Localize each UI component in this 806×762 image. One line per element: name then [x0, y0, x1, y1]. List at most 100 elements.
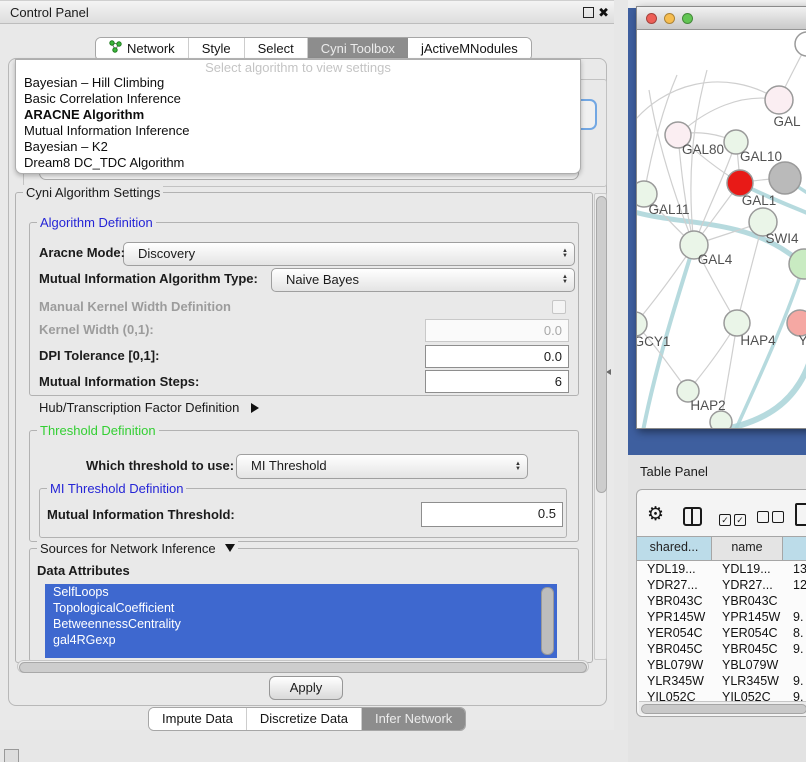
algorithm-option[interactable]: ARACNE Algorithm [16, 107, 580, 123]
table-row[interactable]: YDL19...YDL19...13 [637, 561, 806, 577]
node-gcy1-label: GCY1 [637, 334, 670, 349]
table-row[interactable]: YER054CYER054C8. [637, 625, 806, 641]
network-edge[interactable] [678, 98, 779, 135]
vertical-scrollbar[interactable] [594, 193, 607, 660]
node-gal10-label: GAL10 [740, 149, 782, 164]
manual-kernel-width-checkbox[interactable] [552, 300, 566, 314]
hub-definition-toggle[interactable]: Hub/Transcription Factor Definition [39, 400, 259, 415]
table-row[interactable]: YPR145WYPR145W9. [637, 609, 806, 625]
table-row[interactable]: YBR045CYBR045C9. [637, 641, 806, 657]
tab-infer-network[interactable]: Infer Network [361, 708, 465, 730]
close-traffic-light-icon[interactable] [646, 13, 657, 24]
algorithm-option[interactable]: Bayesian – Hill Climbing [16, 75, 580, 91]
data-attribute-item[interactable]: gal4RGexp [45, 632, 557, 648]
sources-title[interactable]: Sources for Network Inference [37, 541, 238, 556]
network-edge[interactable] [737, 222, 763, 323]
threshold-definition-title: Threshold Definition [37, 423, 159, 438]
manual-kernel-width-label: Manual Kernel Width Definition [39, 299, 231, 314]
table-cell: YBL079W [712, 657, 783, 673]
data-attributes-list[interactable]: SelfLoopsTopologicalCoefficientBetweenne… [45, 584, 557, 658]
network-window-titlebar[interactable] [637, 7, 806, 30]
node-swi4-label: SWI4 [765, 231, 798, 246]
node-table: shared...name YDL19...YDL19...13YDR27...… [637, 536, 806, 702]
algorithm-option[interactable]: Mutual Information Inference [16, 123, 580, 139]
tab-select[interactable]: Select [244, 38, 307, 60]
column-header-shared...[interactable]: shared... [637, 537, 712, 560]
mi-steps-label: Mutual Information Steps: [39, 374, 199, 389]
network-canvas[interactable]: GALGAL80GAL10GAL1GAL11SWI4GAL4GCY1HAP4YH… [637, 30, 806, 428]
algorithm-option[interactable]: Bayesian – K2 [16, 139, 580, 155]
table-panel-area: Table Panel ⚙ ✓✓ shared...name YDL19...Y… [628, 455, 806, 762]
table-cell: YDR27... [637, 577, 712, 593]
table-cell: YLR345W [712, 673, 783, 689]
network-icon [109, 38, 122, 60]
table-row[interactable]: YBR043CYBR043C [637, 593, 806, 609]
apply-button[interactable]: Apply [269, 676, 343, 700]
node-gal-label: GAL [773, 114, 801, 129]
node-hap4-label: HAP4 [740, 333, 776, 348]
table-row[interactable]: YDR27...YDR27...12 [637, 577, 806, 593]
network-edge[interactable] [637, 82, 779, 125]
column-header-partial[interactable] [783, 537, 806, 560]
application-root: Control Panel ✖ NetworkStyleSelectCyni T… [0, 0, 806, 762]
table-header-row: shared...name [637, 536, 806, 561]
scrollbar-thumb[interactable] [596, 196, 607, 493]
list-scrollbar[interactable] [541, 587, 554, 655]
node-gray[interactable] [769, 162, 801, 194]
node-partial-top[interactable] [795, 32, 806, 56]
table-cell: 9. [783, 673, 806, 689]
tab-cyni-toolbox[interactable]: Cyni Toolbox [307, 38, 408, 60]
mi-algorithm-type-label: Mutual Information Algorithm Type: [39, 271, 258, 286]
minimize-traffic-light-icon[interactable] [664, 13, 675, 24]
which-threshold-label: Which threshold to use: [86, 458, 234, 473]
algorithm-dropdown-list: Bayesian – Hill ClimbingBasic Correlatio… [16, 75, 580, 171]
dpi-tolerance-label: DPI Tolerance [0,1]: [39, 348, 159, 363]
table-cell [783, 593, 806, 609]
node-y-label: Y [798, 333, 806, 348]
table-horizontal-scrollbar[interactable] [639, 701, 806, 714]
tab-jactivemnodules[interactable]: jActiveMNodules [408, 38, 531, 60]
table-cell: YER054C [712, 625, 783, 641]
select-all-checkboxes-icon[interactable]: ✓✓ [719, 511, 749, 526]
scrollbar-thumb[interactable] [641, 704, 806, 714]
export-table-icon[interactable] [795, 503, 806, 526]
table-cell: 9. [783, 641, 806, 657]
algorithm-option[interactable]: Dream8 DC_TDC Algorithm [16, 155, 580, 171]
data-attribute-item[interactable]: SelfLoops [45, 584, 557, 600]
control-panel-window: Control Panel ✖ NetworkStyleSelectCyni T… [0, 0, 614, 730]
data-attribute-item[interactable]: BetweennessCentrality [45, 616, 557, 632]
zoom-traffic-light-icon[interactable] [682, 13, 693, 24]
table-panel-box: ⚙ ✓✓ shared...name YDL19...YDL19...13YDR… [636, 489, 806, 717]
mi-threshold-label: Mutual Information Threshold: [47, 507, 235, 522]
node-gal1-label: GAL1 [742, 193, 777, 208]
tab-network[interactable]: Network [96, 38, 188, 60]
deselect-all-checkboxes-icon[interactable] [757, 511, 787, 526]
horizontal-scrollbar[interactable] [17, 660, 589, 673]
tab-style[interactable]: Style [188, 38, 244, 60]
node-gcy1[interactable] [637, 312, 647, 336]
table-row[interactable]: YLR345WYLR345W9. [637, 673, 806, 689]
node-partial-bottom[interactable] [710, 411, 732, 428]
tab-discretize-data[interactable]: Discretize Data [246, 708, 361, 730]
data-attribute-item[interactable]: TopologicalCoefficient [45, 600, 557, 616]
network-graph: GALGAL80GAL10GAL1GAL11SWI4GAL4GCY1HAP4YH… [637, 30, 806, 428]
network-edge[interactable] [637, 211, 806, 282]
algorithm-option[interactable]: Basic Correlation Inference [16, 91, 580, 107]
table-cell: YDL19... [637, 561, 712, 577]
gear-icon[interactable]: ⚙ [647, 505, 664, 524]
table-cell: YBR043C [637, 593, 712, 609]
close-icon[interactable]: ✖ [598, 1, 609, 24]
float-window-icon[interactable] [583, 7, 594, 18]
algorithm-definition-title: Algorithm Definition [37, 215, 156, 230]
column-header-name[interactable]: name [712, 537, 783, 560]
data-tools-tabbar: Impute DataDiscretize DataInfer Network [148, 707, 466, 731]
network-view-window[interactable]: GALGAL80GAL10GAL1GAL11SWI4GAL4GCY1HAP4YH… [636, 6, 806, 429]
table-row[interactable]: YBL079WYBL079W [637, 657, 806, 673]
columns-icon[interactable] [683, 507, 702, 526]
tab-impute-data[interactable]: Impute Data [149, 708, 246, 730]
scrollbar-thumb[interactable] [19, 662, 587, 673]
node-gal[interactable] [765, 86, 793, 114]
control-panel-titlebar: Control Panel ✖ [0, 1, 614, 24]
table-body: YDL19...YDL19...13YDR27...YDR27...12YBR0… [637, 561, 806, 702]
mi-threshold-definition-title: MI Threshold Definition [47, 481, 186, 496]
